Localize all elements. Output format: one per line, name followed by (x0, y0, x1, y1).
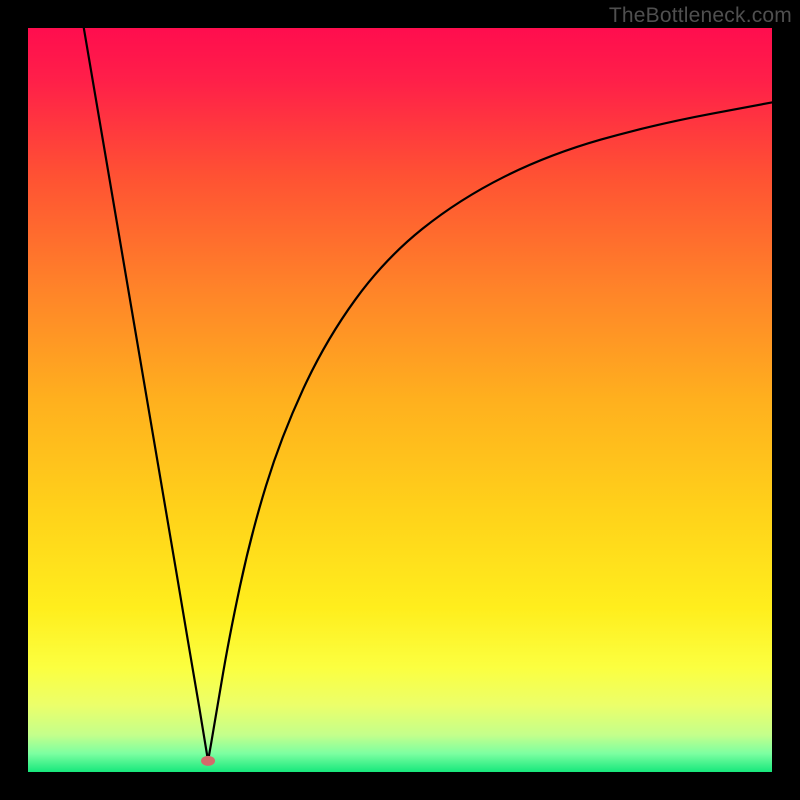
gradient-background (28, 28, 772, 772)
minimum-marker (201, 756, 215, 766)
watermark-text: TheBottleneck.com (609, 4, 792, 28)
chart-frame (28, 28, 772, 772)
chart-svg (28, 28, 772, 772)
